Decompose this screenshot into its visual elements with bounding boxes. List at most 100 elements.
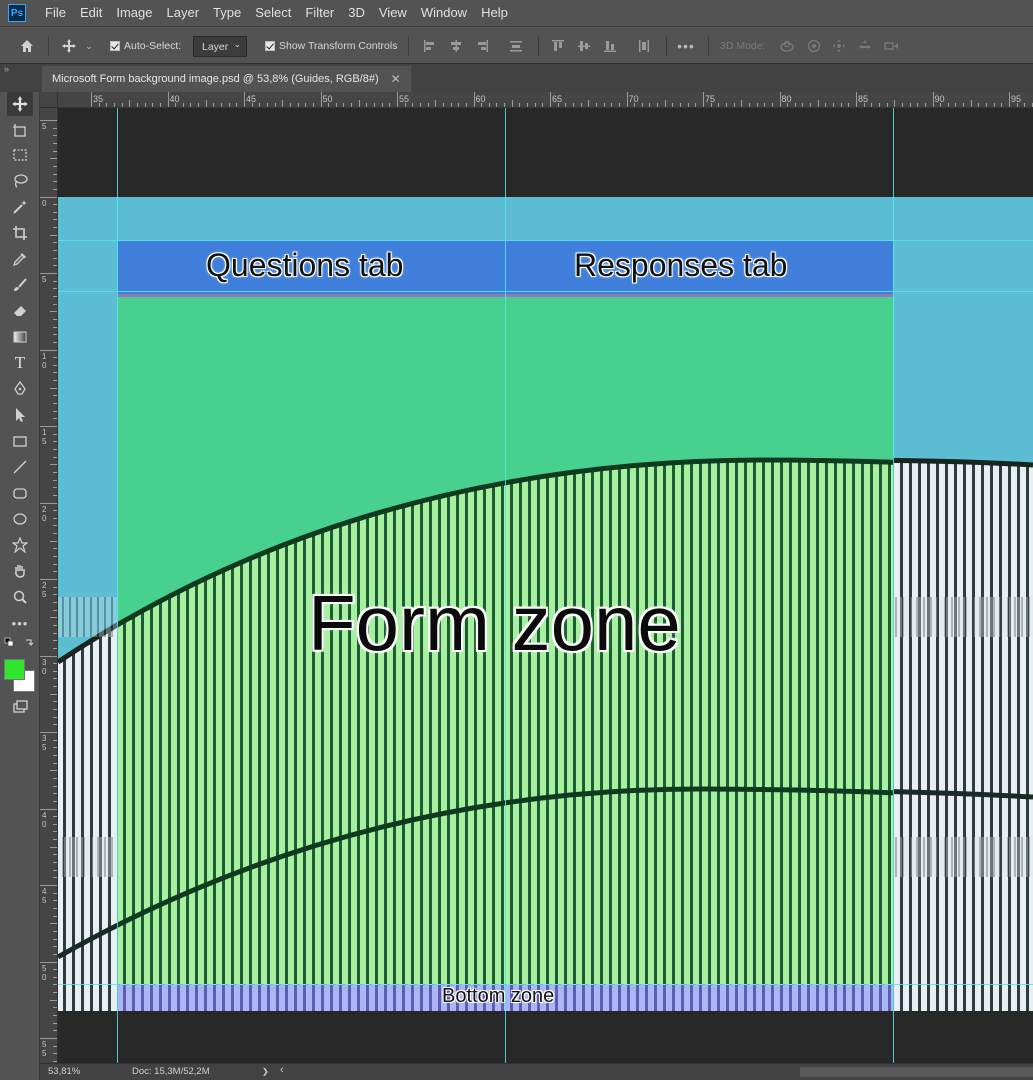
distribute-h-icon[interactable]: [635, 37, 653, 55]
status-menu-arrow-icon[interactable]: ❯: [262, 1067, 269, 1076]
3d-scale-icon[interactable]: [882, 37, 900, 55]
swap-colors-icon[interactable]: [4, 637, 36, 651]
ruler-minor-tick: [595, 103, 597, 107]
marquee-tool-icon[interactable]: [7, 143, 33, 167]
collapse-panels-icon[interactable]: »: [0, 64, 44, 76]
more-options-icon[interactable]: •••: [677, 37, 695, 55]
ruler-minor-tick: [381, 103, 383, 107]
ruler-minor-tick: [924, 103, 926, 107]
horizontal-scrollbar[interactable]: [800, 1067, 1033, 1077]
horizontal-guide[interactable]: [58, 984, 1033, 985]
menu-filter[interactable]: Filter: [298, 0, 341, 26]
foreground-color-swatch[interactable]: [4, 659, 25, 680]
screen-mode-icon[interactable]: [7, 695, 33, 719]
line-tool-icon[interactable]: [7, 455, 33, 479]
3d-slide-icon[interactable]: [856, 37, 874, 55]
ruler-minor-tick: [53, 533, 57, 535]
ruler-minor-tick: [53, 984, 57, 986]
custom-shape-tool-icon[interactable]: [7, 533, 33, 557]
ruler-minor-tick: [53, 395, 57, 397]
gradient-tool-icon[interactable]: [7, 325, 33, 349]
more-tools-icon[interactable]: •••: [7, 611, 33, 635]
checkbox-icon[interactable]: [265, 41, 275, 51]
layer-dropdown[interactable]: Layer ⌄: [193, 36, 247, 57]
hand-tool-icon[interactable]: [7, 559, 33, 583]
ruler-minor-tick: [481, 103, 483, 107]
ruler-origin[interactable]: [40, 92, 58, 108]
ruler-minor-tick: [664, 100, 666, 107]
ruler-minor-tick: [53, 915, 57, 917]
checkbox-icon[interactable]: [110, 41, 120, 51]
align-middle-v-icon[interactable]: [575, 37, 593, 55]
menu-view[interactable]: View: [372, 0, 414, 26]
ruler-minor-tick: [748, 103, 750, 107]
menu-window[interactable]: Window: [414, 0, 474, 26]
vertical-ruler[interactable]: 5 0 5 1 0 1 5 2 0 2 5 3 0 3 5 4 0 4 5 5 0 5 5: [40, 108, 58, 1063]
horizontal-guide[interactable]: [58, 240, 1033, 241]
align-bottom-icon[interactable]: [601, 37, 619, 55]
move-tool-icon[interactable]: [60, 37, 78, 55]
zoom-level[interactable]: 53,81%: [48, 1066, 80, 1077]
vertical-guide[interactable]: [505, 108, 506, 1063]
ruler-minor-tick: [871, 103, 873, 107]
rectangle-tool-icon[interactable]: [7, 429, 33, 453]
zoom-tool-icon[interactable]: [7, 585, 33, 609]
3d-orbit-icon[interactable]: [778, 37, 796, 55]
auto-select-checkbox[interactable]: Auto-Select:: [110, 27, 181, 65]
show-transform-checkbox[interactable]: Show Transform Controls: [265, 27, 397, 65]
scroll-left-icon[interactable]: ‹: [280, 1064, 284, 1076]
menu-select[interactable]: Select: [248, 0, 298, 26]
crop-tool-icon[interactable]: [7, 221, 33, 245]
artboard-tool-icon[interactable]: [7, 118, 33, 142]
ruler-minor-tick: [53, 663, 57, 665]
ruler-minor-tick: [53, 892, 57, 894]
ruler-minor-tick: [50, 846, 57, 848]
close-icon[interactable]: ✕: [391, 72, 401, 86]
rounded-rectangle-tool-icon[interactable]: [7, 481, 33, 505]
menu-layer[interactable]: Layer: [160, 0, 207, 26]
menu-file[interactable]: File: [38, 0, 73, 26]
ruler-minor-tick: [825, 103, 827, 107]
3d-pan-icon[interactable]: [830, 37, 848, 55]
document-image[interactable]: Questions tab Responses tab Form zone Bo…: [58, 197, 1033, 1011]
layer-dropdown-value: Layer: [202, 40, 229, 53]
document-canvas[interactable]: Questions tab Responses tab Form zone Bo…: [58, 108, 1033, 1063]
menu-edit[interactable]: Edit: [73, 0, 109, 26]
align-left-icon[interactable]: [421, 37, 439, 55]
distribute-icon[interactable]: [507, 37, 525, 55]
type-tool-icon[interactable]: T: [7, 351, 33, 375]
eyedropper-tool-icon[interactable]: [7, 247, 33, 271]
ruler-minor-tick: [53, 976, 57, 978]
path-selection-tool-icon[interactable]: [7, 403, 33, 427]
pen-tool-icon[interactable]: [7, 377, 33, 401]
lasso-tool-icon[interactable]: [7, 169, 33, 193]
menu-help[interactable]: Help: [474, 0, 515, 26]
ruler-minor-tick: [1024, 103, 1026, 107]
eraser-tool-icon[interactable]: [7, 299, 33, 323]
menu-type[interactable]: Type: [206, 0, 248, 26]
ruler-minor-tick: [53, 265, 57, 267]
ruler-minor-tick: [53, 127, 57, 129]
align-top-icon[interactable]: [549, 37, 567, 55]
ruler-minor-tick: [680, 103, 682, 107]
ruler-minor-tick: [266, 103, 268, 107]
ellipse-tool-icon[interactable]: [7, 507, 33, 531]
photoshop-logo: Ps: [8, 4, 26, 22]
home-icon[interactable]: [18, 37, 36, 55]
horizontal-guide[interactable]: [58, 291, 1033, 292]
align-right-icon[interactable]: [473, 37, 491, 55]
chevron-down-icon[interactable]: ⌄: [82, 37, 96, 55]
magic-wand-tool-icon[interactable]: [7, 195, 33, 219]
3d-roll-icon[interactable]: [805, 37, 823, 55]
menu-3d[interactable]: 3D: [341, 0, 372, 26]
horizontal-ruler[interactable]: 35 40 45 50 55 60 65 70 75 80 85 90 95: [58, 92, 1033, 108]
align-center-h-icon[interactable]: [447, 37, 465, 55]
move-tool-icon[interactable]: [7, 92, 33, 116]
brush-tool-icon[interactable]: [7, 273, 33, 297]
menu-image[interactable]: Image: [109, 0, 159, 26]
vertical-guide[interactable]: [117, 108, 118, 1063]
vertical-guide[interactable]: [893, 108, 894, 1063]
document-tab[interactable]: Microsoft Form background image.psd @ 53…: [42, 66, 411, 92]
ruler-minor-tick: [198, 103, 200, 107]
ruler-tick: [550, 92, 551, 107]
